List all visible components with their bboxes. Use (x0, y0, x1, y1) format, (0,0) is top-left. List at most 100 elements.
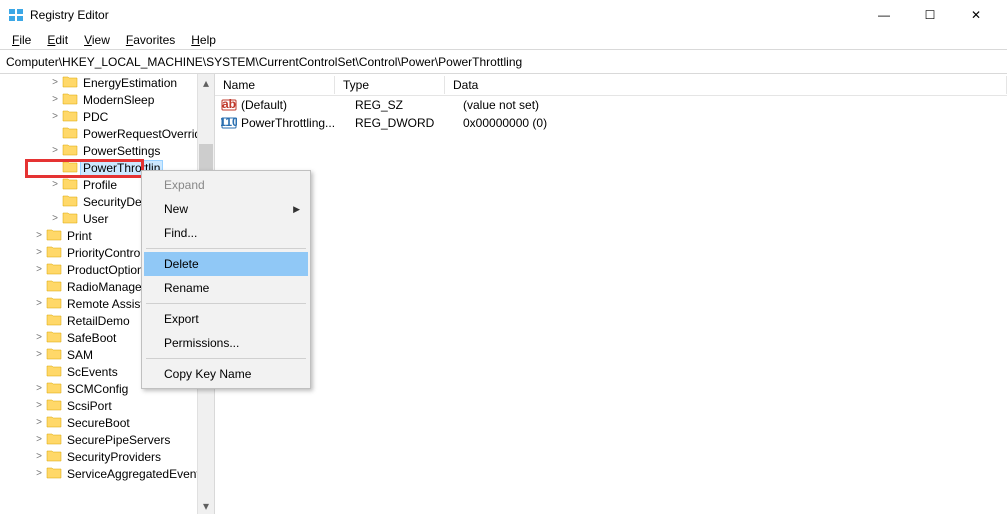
minimize-button[interactable]: — (861, 0, 907, 30)
menu-label: Copy Key Name (164, 367, 251, 381)
menu-file[interactable]: File (6, 31, 37, 49)
folder-icon (46, 364, 62, 380)
folder-icon (46, 432, 62, 448)
reg-binary-icon: 110 (221, 115, 237, 131)
expand-icon[interactable]: > (32, 230, 46, 241)
folder-icon (46, 228, 62, 244)
menu-favorites[interactable]: Favorites (120, 31, 181, 49)
context-menu-permissions[interactable]: Permissions... (144, 331, 308, 355)
folder-icon (46, 466, 62, 482)
context-menu-rename[interactable]: Rename (144, 276, 308, 300)
tree-item-label: PowerRequestOverride (81, 127, 210, 141)
expand-icon[interactable]: > (48, 213, 62, 224)
maximize-button[interactable]: ☐ (907, 0, 953, 30)
list-row[interactable]: ab (Default)REG_SZ(value not set) (215, 96, 1007, 114)
expand-icon[interactable]: > (32, 264, 46, 275)
tree-item[interactable]: > ModernSleep (0, 91, 214, 108)
expand-icon[interactable]: > (32, 247, 46, 258)
column-name[interactable]: Name (215, 76, 335, 94)
folder-icon (46, 245, 62, 261)
folder-icon (46, 279, 62, 295)
context-menu-copy-key-name[interactable]: Copy Key Name (144, 362, 308, 386)
folder-icon (62, 109, 78, 125)
list-row[interactable]: 110PowerThrottling...REG_DWORD0x00000000… (215, 114, 1007, 132)
menubar: File Edit View Favorites Help (0, 30, 1007, 50)
tree-item-label: User (81, 212, 110, 226)
folder-icon (62, 75, 78, 91)
expand-icon[interactable]: > (32, 451, 46, 462)
folder-icon (62, 160, 78, 176)
tree-item[interactable]: > ScsiPort (0, 397, 214, 414)
tree-item[interactable]: >PowerSettings (0, 142, 214, 159)
column-data[interactable]: Data (445, 76, 1007, 94)
folder-icon (46, 398, 62, 414)
address-bar[interactable]: Computer\HKEY_LOCAL_MACHINE\SYSTEM\Curre… (0, 50, 1007, 74)
tree-item-label: ModernSleep (81, 93, 156, 107)
folder-icon (62, 194, 78, 210)
tree-item-label: ScsiPort (65, 399, 114, 413)
context-menu-delete[interactable]: Delete (144, 252, 308, 276)
reg-string-icon: ab (221, 97, 237, 113)
menu-view[interactable]: View (78, 31, 116, 49)
tree-item[interactable]: > PDC (0, 108, 214, 125)
expand-icon[interactable]: > (32, 417, 46, 428)
value-data: (value not set) (463, 98, 1007, 112)
menu-separator (146, 303, 306, 304)
context-menu-export[interactable]: Export (144, 307, 308, 331)
svg-text:ab: ab (222, 97, 236, 111)
menu-help[interactable]: Help (185, 31, 222, 49)
expand-icon[interactable]: > (32, 434, 46, 445)
menu-edit[interactable]: Edit (41, 31, 74, 49)
tree-item[interactable]: > ServiceAggregatedEvents (0, 465, 214, 482)
tree-item[interactable]: >SecurePipeServers (0, 431, 214, 448)
value-name: (Default) (241, 98, 355, 112)
tree-item-label: SecureBoot (65, 416, 132, 430)
column-type[interactable]: Type (335, 76, 445, 94)
folder-icon (46, 296, 62, 312)
expand-icon[interactable]: > (48, 179, 62, 190)
folder-icon (46, 262, 62, 278)
folder-icon (62, 126, 78, 142)
address-path: Computer\HKEY_LOCAL_MACHINE\SYSTEM\Curre… (6, 55, 522, 69)
value-name: PowerThrottling... (241, 116, 355, 130)
tree-item-label: ScEvents (65, 365, 120, 379)
folder-icon (46, 381, 62, 397)
folder-icon (46, 347, 62, 363)
tree-item-label: PriorityControl (65, 246, 145, 260)
tree-item-label: ServiceAggregatedEvents (65, 467, 208, 481)
context-menu: Expand New▶Find... DeleteRename ExportPermi… (141, 170, 311, 389)
expand-icon[interactable]: > (48, 94, 62, 105)
expand-icon[interactable]: > (32, 332, 46, 343)
tree-item-label: PDC (81, 110, 110, 124)
folder-icon (46, 449, 62, 465)
menu-separator (146, 248, 306, 249)
tree-item[interactable]: > SecurityProviders (0, 448, 214, 465)
tree-item-label: SecurityProviders (65, 450, 163, 464)
svg-text:110: 110 (221, 115, 237, 129)
list-pane: Name Type Data ab (Default)REG_SZ(value n… (215, 74, 1007, 514)
list-header: Name Type Data (215, 74, 1007, 96)
window-title: Registry Editor (30, 8, 861, 22)
expand-icon[interactable]: > (48, 77, 62, 88)
menu-separator (146, 358, 306, 359)
tree-item[interactable]: >EnergyEstimation (0, 74, 214, 91)
close-button[interactable]: ✕ (953, 0, 999, 30)
expand-icon[interactable]: > (48, 145, 62, 156)
titlebar: Registry Editor — ☐ ✕ (0, 0, 1007, 30)
expand-icon[interactable]: > (32, 468, 46, 479)
expand-icon[interactable]: > (32, 298, 46, 309)
expand-icon[interactable]: > (48, 111, 62, 122)
expand-icon[interactable]: > (32, 383, 46, 394)
context-menu-find[interactable]: Find... (144, 221, 308, 245)
context-menu-new[interactable]: New▶ (144, 197, 308, 221)
tree-item-label: RetailDemo (65, 314, 132, 328)
tree-item[interactable]: > SecureBoot (0, 414, 214, 431)
tree-item[interactable]: PowerRequestOverride (0, 125, 214, 142)
value-type: REG_SZ (355, 98, 463, 112)
value-type: REG_DWORD (355, 116, 463, 130)
expand-icon[interactable]: > (32, 400, 46, 411)
scroll-down-icon[interactable]: ▾ (198, 497, 214, 514)
menu-label: Expand (164, 178, 205, 192)
expand-icon[interactable]: > (32, 349, 46, 360)
scroll-up-icon[interactable]: ▴ (198, 74, 214, 91)
